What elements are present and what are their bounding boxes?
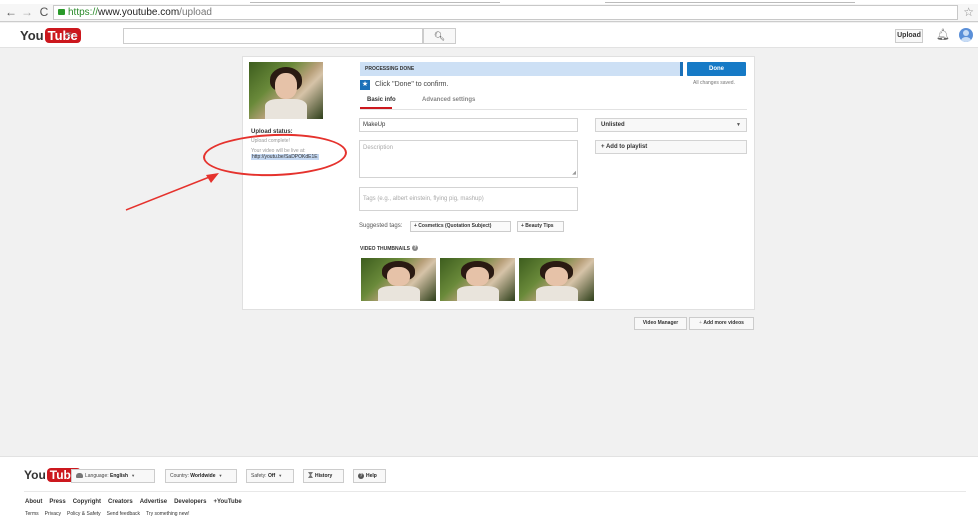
privacy-select[interactable]: Unlisted ▼: [595, 118, 747, 132]
forward-arrow-icon[interactable]: →: [20, 5, 34, 20]
site-footer: You Tube Language: English ▼ Country: Worl…: [0, 456, 978, 529]
url-input[interactable]: https://www.youtube.com/upload: [53, 5, 958, 20]
chevron-down-icon: ▼: [218, 473, 223, 478]
description-field[interactable]: Description ◢: [359, 140, 578, 178]
tab-divider: [360, 109, 747, 110]
language-picker-button[interactable]: Language: English ▼: [71, 469, 155, 483]
footer-link[interactable]: Advertise: [140, 499, 167, 505]
avatar[interactable]: [959, 28, 973, 42]
video-manager-button[interactable]: Video Manager: [634, 317, 687, 330]
suggested-tag-beauty-tips[interactable]: + Beauty Tips: [517, 221, 564, 232]
footer-sublinks: Terms Privacy Policy & Safety Send feedback…: [25, 511, 195, 517]
footer-sublink[interactable]: Try something new!: [146, 511, 189, 517]
tab-edge: [605, 2, 855, 3]
search-button[interactable]: 🔍︎: [423, 28, 456, 44]
help-icon: ?: [358, 473, 364, 479]
confirm-message: Click "Done" to confirm.: [375, 81, 449, 88]
done-button[interactable]: Done: [687, 62, 746, 76]
help-button[interactable]: ? Help: [353, 469, 386, 483]
thumbnail-option-2[interactable]: [440, 258, 515, 301]
add-more-videos-button[interactable]: + Add more videos: [689, 317, 754, 330]
tab-edge: [250, 2, 500, 3]
star-icon: ★: [360, 80, 370, 90]
chevron-down-icon: ▼: [278, 473, 283, 478]
footer-links: About Press Copyright Creators Advertise Deve…: [25, 499, 249, 505]
add-to-playlist-button[interactable]: + Add to playlist: [595, 140, 747, 154]
lock-icon: [58, 9, 65, 15]
saved-status: All changes saved.: [693, 80, 735, 86]
hourglass-icon: [308, 472, 313, 478]
header-upload-button[interactable]: Upload: [895, 29, 923, 43]
suggested-tags-label: Suggested tags:: [359, 223, 403, 229]
footer-link[interactable]: Press: [49, 499, 65, 505]
title-field[interactable]: MakeUp: [359, 118, 578, 132]
chevron-down-icon: ▼: [131, 473, 136, 478]
guide-menu-button[interactable]: ≡ -: [66, 30, 78, 41]
processing-status-bar: PROCESSING DONE: [360, 62, 680, 76]
tab-advanced-settings[interactable]: Advanced settings: [422, 97, 475, 103]
search-input[interactable]: [123, 28, 423, 44]
video-preview-thumbnail: [249, 62, 323, 119]
description-placeholder: Description: [363, 145, 394, 151]
help-icon[interactable]: ?: [412, 245, 418, 251]
privacy-value: Unlisted: [601, 122, 625, 128]
processing-accent: [680, 62, 683, 76]
footer-sublink[interactable]: Policy & Safety: [67, 511, 101, 517]
footer-link[interactable]: Developers: [174, 499, 206, 505]
history-button[interactable]: History: [303, 469, 344, 483]
browser-address-bar: ← → C https://www.youtube.com/upload ☆: [0, 4, 978, 22]
footer-link[interactable]: Creators: [108, 499, 133, 505]
back-arrow-icon[interactable]: ←: [4, 5, 18, 20]
tags-field[interactable]: Tags (e.g., albert einstein, flying pig,…: [359, 187, 578, 211]
video-thumbnails-label: VIDEO THUMBNAILS?: [360, 245, 418, 252]
footer-link[interactable]: Copyright: [73, 499, 101, 505]
footer-sublink[interactable]: Send feedback: [107, 511, 140, 517]
country-picker-button[interactable]: Country: Worldwide ▼: [165, 469, 237, 483]
tab-basic-info[interactable]: Basic info: [367, 97, 396, 103]
footer-link[interactable]: +YouTube: [213, 499, 241, 505]
thumbnail-option-1[interactable]: [361, 258, 436, 301]
suggested-tag-cosmetics[interactable]: + Cosmetics (Quotation Subject): [410, 221, 511, 232]
notifications-bell-icon[interactable]: 🔔︎: [936, 28, 950, 41]
reload-icon[interactable]: C: [37, 5, 51, 20]
footer-sublink[interactable]: Terms: [25, 511, 39, 517]
safety-mode-button[interactable]: Safety: Off ▼: [246, 469, 294, 483]
footer-link[interactable]: About: [25, 499, 42, 505]
language-icon: [76, 473, 83, 478]
bookmark-star-icon[interactable]: ☆: [963, 5, 974, 19]
search-icon: 🔍︎: [433, 31, 446, 41]
chevron-down-icon: ▼: [736, 122, 741, 128]
resize-grip-icon[interactable]: ◢: [572, 170, 576, 176]
annotation-arrow: [125, 173, 219, 211]
site-header: You Tube ≡ - 🔍︎ Upload 🔔︎: [0, 23, 978, 48]
thumbnail-option-3[interactable]: [519, 258, 594, 301]
footer-sublink[interactable]: Privacy: [45, 511, 61, 517]
footer-divider: [24, 491, 966, 492]
